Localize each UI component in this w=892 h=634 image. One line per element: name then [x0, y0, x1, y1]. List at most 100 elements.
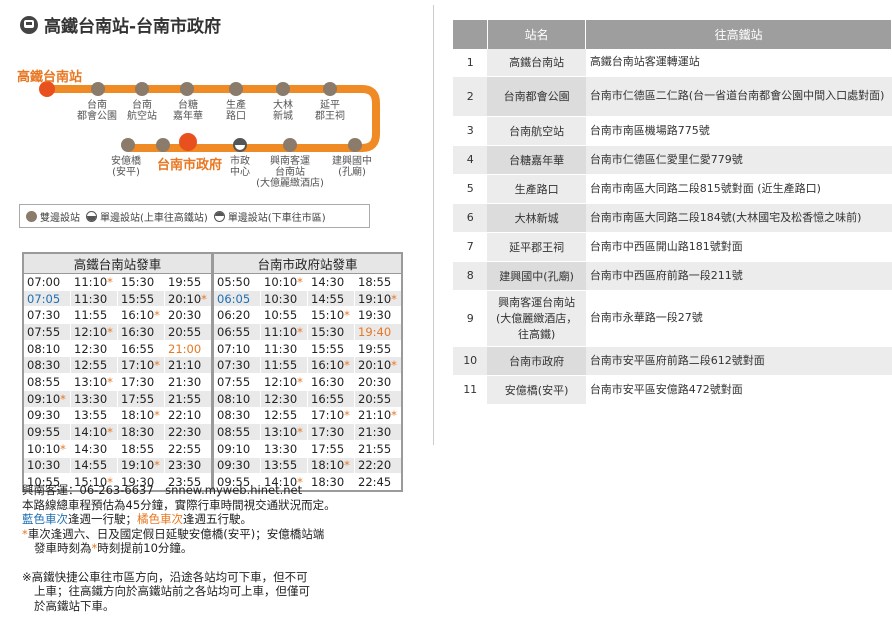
timetable-cell: 20:30 [164, 306, 213, 325]
timetable-cell: 15:30 [307, 323, 355, 341]
station-number: 2 [453, 76, 488, 117]
timetable-cell: 16:10* [307, 356, 355, 375]
station-number: 8 [453, 261, 488, 291]
map-legend: 雙邊設站 單邊設站(上車往高鐵站) 單邊設站(下車往市區) [19, 204, 370, 228]
station-row: 10 台南市政府 台南市安平區府前路二段612號對面 [453, 346, 892, 376]
timetable-cell: 10:10* [260, 273, 308, 291]
stop-label: 延平 郡王祠 [315, 100, 345, 122]
timetable-cell: 16:30 [307, 373, 355, 391]
timetable-cell: 07:30 [211, 356, 261, 375]
timetable-cell: 22:20 [354, 456, 403, 475]
stop-marker [229, 82, 243, 96]
timetable-row: 10:10* 14:30 18:55 22:55 09:10 13:30 17:55 21:5… [22, 439, 403, 458]
star-note-cont: 發車時刻為*時刻提前10分鐘。 [34, 541, 193, 555]
station-number: 7 [453, 232, 488, 262]
contact-line: 興南客運：06-263-6637 snnew.myweb.hinet.net [22, 483, 303, 497]
timetable-cell: 12:55 [70, 356, 118, 375]
timetable-cell: 15:10* [307, 306, 355, 325]
timetable-cell: 19:10* [354, 289, 403, 308]
timetable-cell: 13:30 [260, 439, 308, 458]
timetable-cell: 07:55 [211, 373, 261, 391]
timetable-cell: 21:55 [164, 389, 213, 408]
timetable-cell: 07:05 [22, 289, 71, 308]
stop-label: 市政 中心 [230, 156, 250, 178]
timetable-cell: 11:30 [260, 339, 308, 358]
station-name: 台南都會公園 [487, 76, 586, 117]
timetable-cell: 17:10* [117, 356, 165, 375]
station-row: 8 建興國中(孔廟) 台南市中西區府前路一段211號 [453, 261, 892, 291]
timetable-cell: 12:30 [70, 339, 118, 358]
timetable-cell: 12:10* [70, 323, 118, 341]
timetable-cell: 07:30 [22, 306, 71, 325]
half-circle-bottom-icon [86, 210, 97, 222]
timetable-cell: 09:10* [22, 389, 71, 408]
timetable-row: 09:10* 13:30 17:55 21:55 08:10 12:30 16:55 20:5… [22, 389, 403, 408]
station-name: 生產路口 [487, 174, 586, 204]
timetable-cell: 21:10* [354, 406, 403, 425]
station-name: 台糖嘉年華 [487, 145, 586, 175]
station-address: 台南市南區大同路二段184號(大林國宅及松香憶之味前) [585, 203, 892, 233]
stations-table: 站名 往高鐵站 1 高鐵台南站 高鐵台南站客運轉運站 2 台南都會公園 台南市仁德區二仁路… [453, 20, 892, 405]
station-name: 建興國中(孔廟) [487, 261, 586, 291]
stations-header-row: 站名 往高鐵站 [453, 20, 892, 49]
stop-marker [276, 82, 290, 96]
timetable-row: 10:30 14:55 19:10* 23:30 09:30 13:55 18:10* 22:… [22, 456, 403, 475]
timetable-cell: 16:10* [117, 306, 165, 325]
timetable-cell: 18:55 [117, 439, 165, 458]
station-row: 5 生產路口 台南市南區大同路二段815號對面 (近生產路口) [453, 174, 892, 204]
timetable-row: 08:30 12:55 17:10* 21:10 07:30 11:55 16:10* 20:… [22, 356, 403, 375]
timetable-cell: 13:55 [70, 406, 118, 425]
timetable-row: 08:10 12:30 16:55 21:00 07:10 11:30 15:55 19:55 [22, 339, 403, 358]
timetable-cell: 14:55 [307, 289, 355, 308]
station-number: 3 [453, 116, 488, 146]
star-note: *車次逢週六、日及國定假日延駛安億橋(安平)；安億橋站端 [22, 526, 325, 541]
station-name: 大林新城 [487, 203, 586, 233]
station-number: 11 [453, 375, 488, 405]
timetable-row: 07:55 12:10* 16:30 20:55 06:55 11:10* 15:30 19:… [22, 323, 403, 341]
stop-marker [323, 82, 337, 96]
timetable: 高鐵台南站發車 台南市政府站發車 07:00 11:10* 15:30 19:55 05… [22, 252, 403, 492]
stop-label: 台糖 嘉年華 [173, 100, 203, 122]
timetable-cell: 21:30 [164, 373, 213, 391]
timetable-row: 09:55 14:10* 18:30 22:30 08:55 13:10* 17:30 21:… [22, 423, 403, 441]
timetable-cell: 17:30 [307, 423, 355, 441]
station-number: 9 [453, 290, 488, 347]
stop-marker [180, 82, 194, 96]
timetable-cell: 07:55 [22, 323, 71, 341]
timetable-cell: 12:55 [260, 406, 308, 425]
timetable-cell: 20:55 [354, 389, 403, 408]
timetable-cell: 15:30 [117, 273, 165, 291]
timetable-cell: 20:10* [354, 356, 403, 375]
timetable-cell: 17:55 [117, 389, 165, 408]
timetable-cell: 09:30 [22, 406, 71, 425]
timetable-cell: 19:55 [354, 339, 403, 358]
timetable-body: 07:00 11:10* 15:30 19:55 05:50 10:10* 14:30 18:… [22, 273, 403, 492]
stop-label: 大林 新城 [273, 100, 293, 122]
timetable-cell: 18:10* [117, 406, 165, 425]
timetable-cell: 21:55 [354, 439, 403, 458]
timetable-cell: 18:30 [117, 423, 165, 441]
timetable-cell: 14:55 [70, 456, 118, 475]
timetable-cell: 10:30 [260, 289, 308, 308]
timetable-cell: 13:30 [70, 389, 118, 408]
start-station-label: 高鐵台南站 [17, 70, 83, 85]
timetable-cell: 12:30 [260, 389, 308, 408]
stop-label: 興南客運 台南站 (大億麗緻酒店) [256, 156, 324, 189]
station-name: 台南市政府 [487, 346, 586, 376]
station-name: 高鐵台南站 [487, 49, 586, 77]
stop-label: 台南 都會公園 [77, 100, 117, 122]
stop-label: 台南 航空站 [127, 100, 157, 122]
timetable-cell: 17:30 [117, 373, 165, 391]
timetable-cell: 14:10* [70, 423, 118, 441]
timetable-cell: 11:10* [70, 273, 118, 291]
timetable-cell: 08:30 [22, 356, 71, 375]
station-name: 安億橋(安平) [487, 375, 586, 405]
timetable-row: 07:00 11:10* 15:30 19:55 05:50 10:10* 14:30 18:… [22, 273, 403, 291]
timetable-cell: 08:10 [22, 339, 71, 358]
station-address: 台南市南區機場路775號 [585, 116, 892, 146]
timetable-cell: 18:10* [307, 456, 355, 475]
timetable-cell: 13:10* [260, 423, 308, 441]
timetable-cell: 12:10* [260, 373, 308, 391]
station-number: 5 [453, 174, 488, 204]
station-number: 4 [453, 145, 488, 175]
